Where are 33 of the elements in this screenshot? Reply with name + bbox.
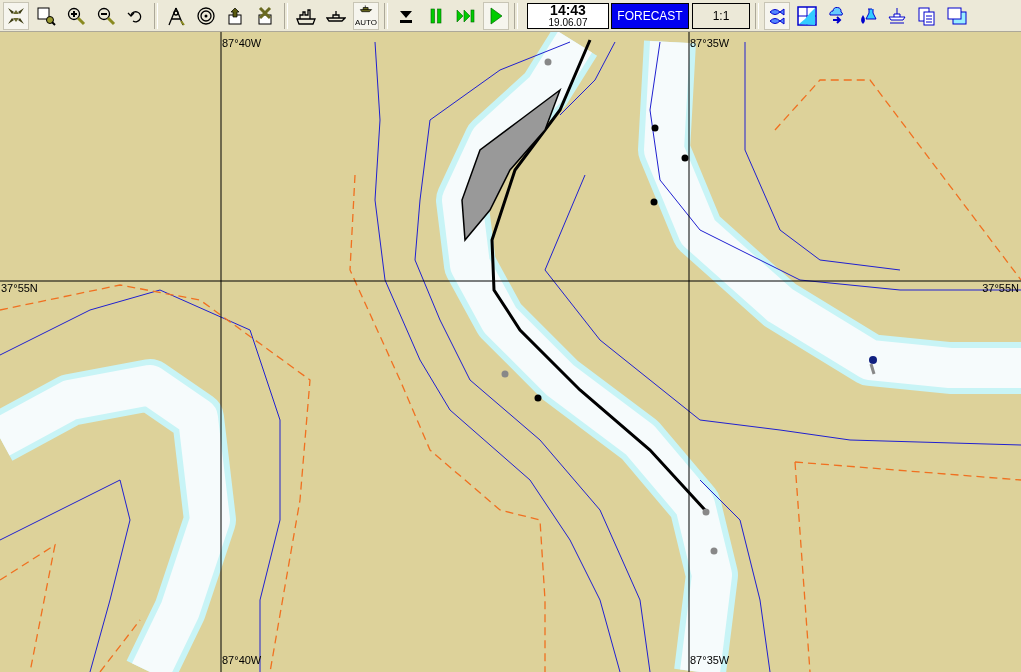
longitude-label: 87°35W <box>690 37 730 49</box>
zoom-out-icon <box>96 5 116 26</box>
pan-button[interactable] <box>3 1 29 30</box>
buoy-marker <box>544 58 552 66</box>
graph-icon <box>797 5 817 26</box>
auto-button[interactable]: AUTO <box>353 1 379 30</box>
move-icon <box>6 5 26 26</box>
fish-button[interactable] <box>764 1 790 30</box>
buoy-marker <box>651 124 659 132</box>
buoy-marker <box>710 547 718 555</box>
buoy-marker <box>501 370 509 378</box>
clock-date: 19.06.07 <box>548 17 588 28</box>
zoom-in-icon <box>66 5 86 26</box>
play-button[interactable] <box>483 1 509 30</box>
fish-icon <box>767 5 787 26</box>
target-icon <box>196 5 216 26</box>
longitude-label: 87°40W <box>222 37 262 49</box>
forecast-button[interactable]: FORECAST <box>611 2 689 29</box>
documents-icon <box>917 5 937 26</box>
longitude-label: 87°40W <box>222 654 262 666</box>
compass-icon <box>166 5 186 26</box>
buoy-marker <box>650 198 658 206</box>
buoy-marker <box>534 394 542 402</box>
latitude-label: 37°55N <box>982 282 1019 294</box>
magnifier-square-icon <box>36 5 56 26</box>
scale-button[interactable]: 1:1 <box>692 2 750 29</box>
overlapping-windows-icon <box>947 5 967 26</box>
longitude-label: 87°35W <box>690 654 730 666</box>
vessel-marker <box>869 356 877 375</box>
vessel-outline-icon <box>887 5 907 26</box>
latitude-label: 37°55N <box>1 282 38 294</box>
buoy-marker <box>702 508 710 516</box>
clock-time: 14:43 <box>550 3 586 17</box>
